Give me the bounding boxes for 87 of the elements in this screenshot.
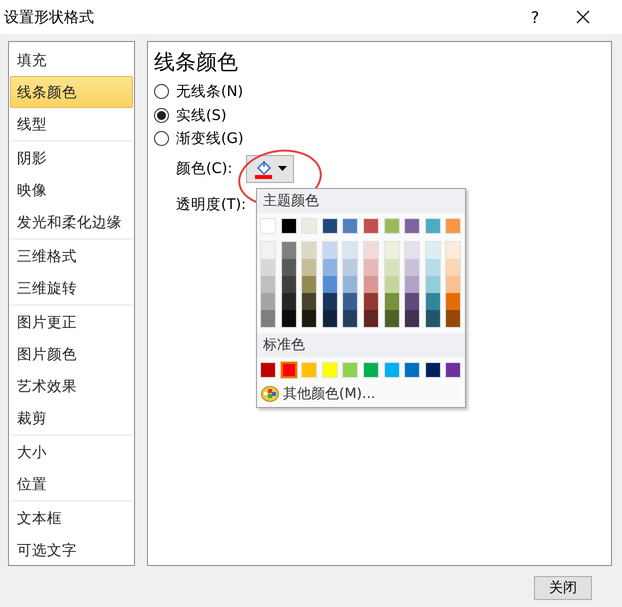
paint-bucket-icon — [254, 158, 274, 178]
color-swatch[interactable] — [261, 259, 275, 276]
color-swatch[interactable] — [343, 310, 358, 327]
color-swatch[interactable] — [261, 276, 275, 293]
color-swatch[interactable] — [322, 242, 337, 259]
sidebar-item[interactable]: 图片颜色 — [10, 338, 133, 370]
window-title: 设置形状格式 — [4, 8, 95, 26]
color-swatch[interactable] — [322, 293, 337, 310]
help-button[interactable]: ? — [512, 0, 558, 34]
color-swatch[interactable] — [322, 276, 337, 293]
color-label: 颜色(C): — [176, 160, 232, 178]
section-heading: 主题颜色 — [257, 189, 465, 213]
sidebar-item[interactable]: 裁剪 — [10, 402, 133, 434]
color-swatch[interactable] — [282, 293, 296, 310]
color-swatch[interactable] — [446, 276, 460, 293]
color-swatch[interactable] — [282, 242, 296, 259]
color-swatch[interactable] — [322, 310, 337, 327]
radio-button[interactable] — [154, 108, 169, 123]
color-swatch[interactable] — [364, 310, 378, 327]
sidebar-item[interactable]: 线条颜色 — [10, 76, 133, 108]
color-swatch[interactable] — [426, 310, 440, 327]
color-swatch[interactable] — [364, 293, 378, 310]
radio-label: 实线(S) — [176, 106, 227, 125]
color-swatch[interactable] — [384, 276, 399, 293]
color-swatch[interactable] — [343, 259, 358, 276]
radio-button[interactable] — [154, 84, 169, 100]
sidebar-item[interactable]: 可选文字 — [10, 534, 133, 566]
color-swatch[interactable] — [426, 259, 440, 276]
sidebar-item[interactable]: 位置 — [10, 468, 133, 500]
color-swatch[interactable] — [302, 310, 316, 327]
radio-label: 渐变线(G) — [176, 130, 244, 148]
color-swatch[interactable] — [282, 276, 296, 293]
color-swatch[interactable] — [364, 276, 378, 293]
color-swatch[interactable] — [302, 293, 316, 310]
color-swatch[interactable] — [322, 259, 337, 276]
color-swatch[interactable] — [426, 276, 440, 293]
sidebar-item[interactable]: 艺术效果 — [10, 370, 133, 402]
close-icon — [576, 10, 590, 24]
sidebar-item[interactable]: 映像 — [10, 174, 133, 206]
sidebar-item[interactable]: 三维格式 — [10, 240, 133, 272]
sidebar-item[interactable]: 填充 — [10, 44, 133, 76]
sidebar-item[interactable]: 大小 — [10, 436, 133, 468]
color-swatch[interactable] — [261, 242, 275, 259]
color-swatch[interactable] — [446, 310, 460, 327]
color-swatch[interactable] — [405, 276, 420, 293]
color-swatch[interactable] — [364, 242, 378, 259]
sidebar-item[interactable]: 阴影 — [10, 142, 133, 174]
color-swatch[interactable] — [302, 259, 316, 276]
close-button[interactable]: 关闭 — [534, 576, 592, 600]
color-swatch[interactable] — [384, 293, 399, 310]
color-swatch[interactable] — [261, 310, 275, 327]
section-heading: 标准色 — [257, 333, 465, 357]
color-swatch[interactable] — [384, 242, 399, 259]
color-swatch[interactable] — [302, 276, 316, 293]
color-swatch[interactable] — [343, 242, 358, 259]
color-swatch[interactable] — [261, 293, 275, 310]
sidebar-item[interactable]: 文本框 — [10, 502, 133, 534]
color-swatch[interactable] — [384, 259, 399, 276]
color-swatch[interactable] — [282, 310, 296, 327]
color-swatch[interactable] — [405, 259, 420, 276]
palette-icon — [261, 386, 279, 402]
color-picker-button[interactable] — [246, 154, 294, 182]
caret-icon — [278, 166, 287, 171]
color-swatch[interactable] — [384, 310, 399, 327]
color-swatch[interactable] — [426, 242, 440, 259]
sidebar-item[interactable]: 三维旋转 — [10, 272, 133, 304]
color-swatch[interactable] — [446, 293, 460, 310]
color-swatch[interactable] — [343, 293, 358, 310]
color-swatch[interactable] — [282, 259, 296, 276]
color-swatch[interactable] — [405, 242, 420, 259]
color-swatch[interactable] — [280, 362, 297, 378]
color-swatch[interactable] — [302, 242, 316, 259]
transparency-label: 透明度(T): — [176, 196, 246, 214]
color-swatch[interactable] — [364, 259, 378, 276]
color-swatch[interactable] — [446, 259, 460, 276]
panel-heading: 线条颜色 — [154, 49, 239, 76]
color-swatch[interactable] — [343, 276, 358, 293]
color-swatch[interactable] — [446, 242, 460, 259]
sidebar-item[interactable]: 发光和柔化边缘 — [10, 206, 133, 238]
sidebar-item[interactable]: 线型 — [10, 108, 133, 140]
color-swatch[interactable] — [426, 293, 440, 310]
sidebar-item[interactable]: 图片更正 — [10, 306, 133, 338]
radio-button[interactable] — [154, 131, 169, 146]
more-colors-item[interactable]: 其他颜色(M)... — [257, 383, 465, 407]
color-swatch[interactable] — [405, 310, 420, 327]
color-swatch[interactable] — [405, 293, 420, 310]
radio-label: 无线条(N) — [176, 83, 244, 102]
